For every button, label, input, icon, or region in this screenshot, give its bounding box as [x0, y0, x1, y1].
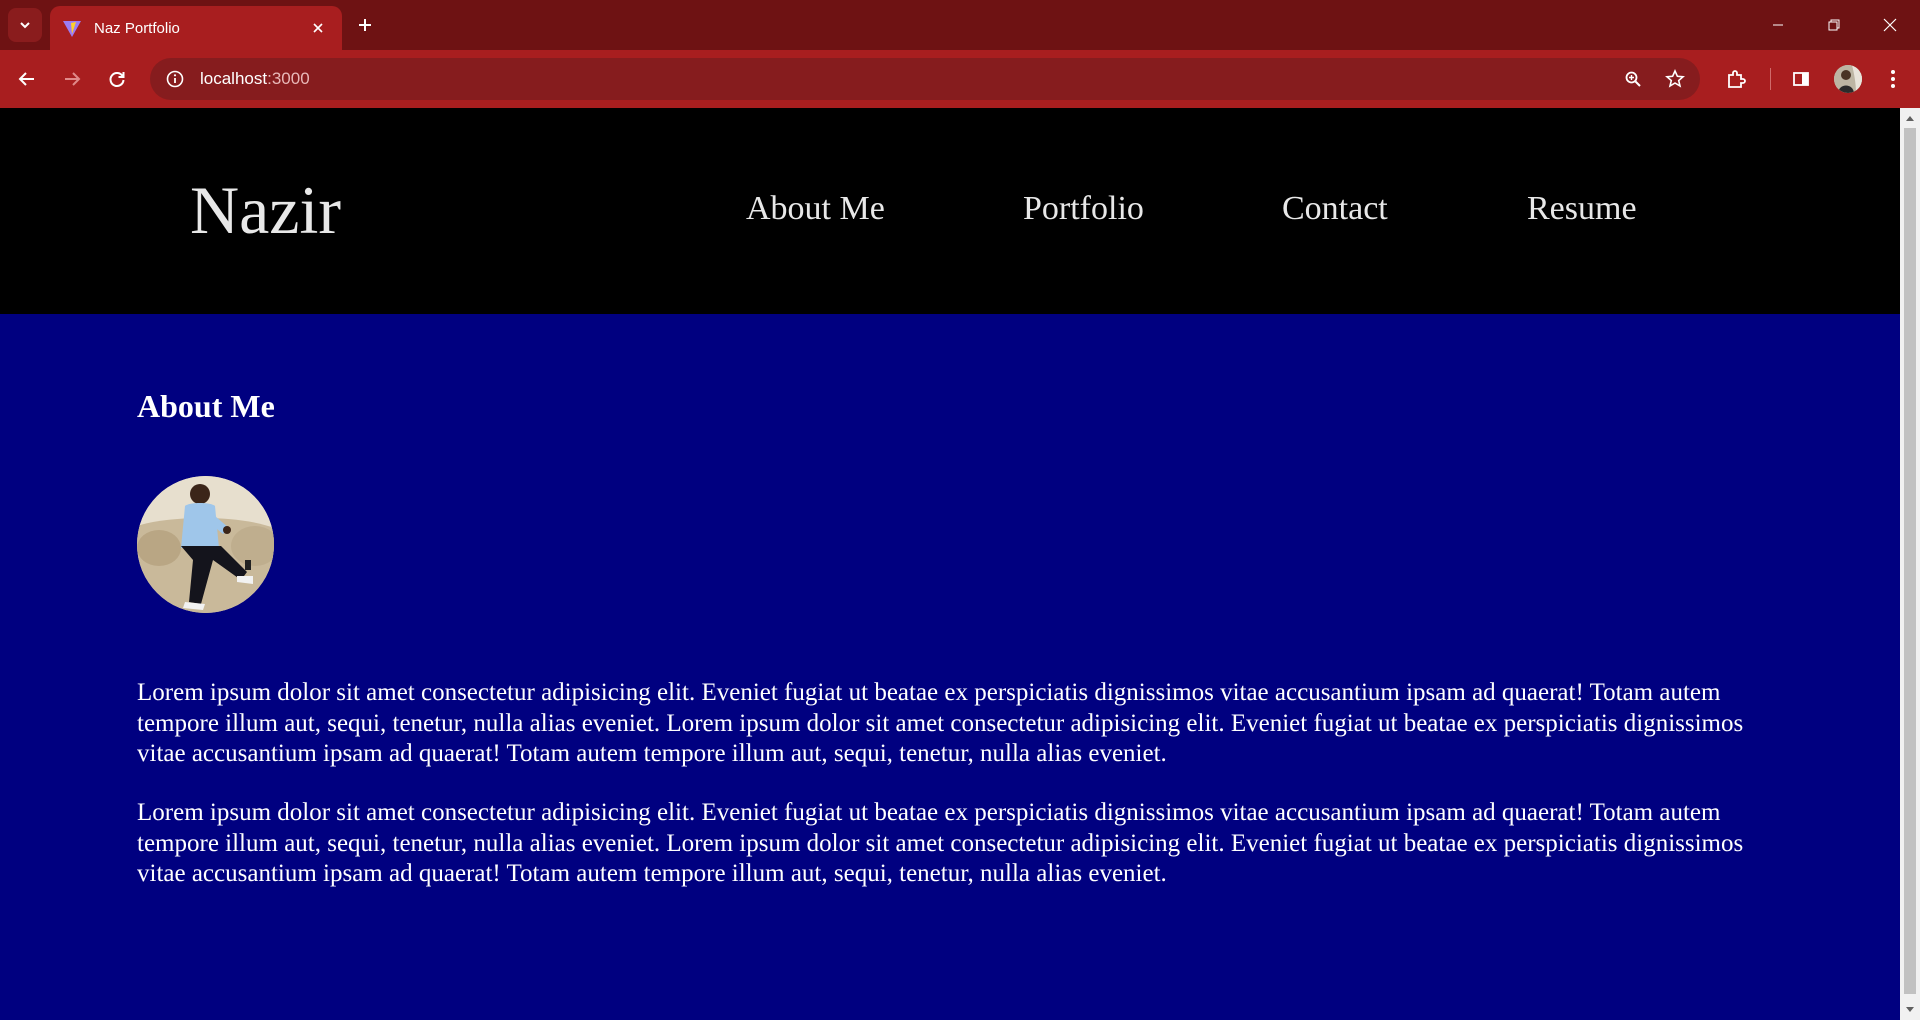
tab-strip: Naz Portfolio — [0, 0, 1920, 50]
arrow-left-icon — [18, 72, 34, 86]
scrollbar-thumb[interactable] — [1904, 128, 1916, 994]
zoom-icon — [1625, 71, 1641, 87]
new-tab-button[interactable] — [350, 10, 380, 40]
about-heading: About Me — [137, 388, 275, 424]
profile-photo — [137, 476, 274, 613]
about-paragraph: Lorem ipsum dolor sit amet consectetur a… — [137, 799, 1744, 887]
reload-icon — [109, 72, 125, 87]
page-scrollbar[interactable] — [1900, 108, 1920, 1020]
reload-button[interactable] — [100, 62, 134, 96]
address-bar[interactable]: localhost:3000 — [150, 58, 1700, 100]
browser-tab-active[interactable]: Naz Portfolio — [50, 6, 342, 50]
caret-down-icon — [1906, 1007, 1914, 1012]
nav-link-resume[interactable]: Resume — [1527, 192, 1637, 226]
info-icon — [166, 70, 184, 88]
url-port: :3000 — [267, 69, 310, 88]
plus-icon — [359, 19, 371, 31]
profile-avatar-button[interactable] — [1834, 65, 1862, 93]
scroll-down-arrow[interactable] — [1900, 1002, 1920, 1018]
minimize-icon — [1773, 24, 1783, 26]
profile-photo-image — [137, 476, 274, 613]
toolbar-divider — [1770, 68, 1771, 90]
nav-link-contact[interactable]: Contact — [1282, 192, 1388, 226]
tab-title: Naz Portfolio — [94, 19, 180, 37]
forward-button[interactable] — [55, 62, 89, 96]
tab-close-button[interactable] — [306, 16, 330, 40]
caret-up-icon — [1906, 116, 1914, 121]
side-panel-button[interactable] — [1784, 62, 1818, 96]
about-paragraph: Lorem ipsum dolor sit amet consectetur a… — [137, 679, 1744, 767]
restore-icon — [1828, 19, 1840, 31]
extensions-button[interactable] — [1719, 62, 1753, 96]
minimize-button[interactable] — [1750, 0, 1806, 50]
chevron-down-icon — [20, 22, 30, 29]
restore-button[interactable] — [1806, 0, 1862, 50]
kebab-menu-icon — [1891, 70, 1895, 88]
bookmark-button[interactable] — [1658, 62, 1692, 96]
zoom-button[interactable] — [1616, 62, 1650, 96]
arrow-right-icon — [65, 72, 81, 86]
close-window-button[interactable] — [1862, 0, 1918, 50]
side-panel-icon — [1793, 72, 1809, 86]
nav-link-about-me[interactable]: About Me — [746, 192, 885, 226]
puzzle-icon — [1728, 70, 1746, 88]
page-viewport: Nazir About Me Portfolio Contact Resume … — [0, 108, 1900, 1020]
close-icon — [313, 23, 323, 33]
site-brand[interactable]: Nazir — [190, 176, 341, 244]
browser-toolbar: localhost:3000 — [0, 50, 1920, 108]
tab-search-button[interactable] — [8, 8, 42, 42]
url-host: localhost — [200, 69, 268, 88]
close-window-icon — [1883, 18, 1897, 32]
site-info-button[interactable] — [154, 58, 196, 100]
vite-logo-icon — [63, 21, 81, 37]
scroll-up-arrow[interactable] — [1900, 110, 1920, 126]
browser-menu-button[interactable] — [1876, 62, 1910, 96]
site-header: Nazir About Me Portfolio Contact Resume — [0, 108, 1900, 314]
star-icon — [1665, 69, 1685, 88]
avatar-icon — [1834, 65, 1862, 93]
nav-link-portfolio[interactable]: Portfolio — [1023, 192, 1144, 226]
back-button[interactable] — [10, 62, 44, 96]
url-text[interactable]: localhost:3000 — [200, 69, 1616, 89]
